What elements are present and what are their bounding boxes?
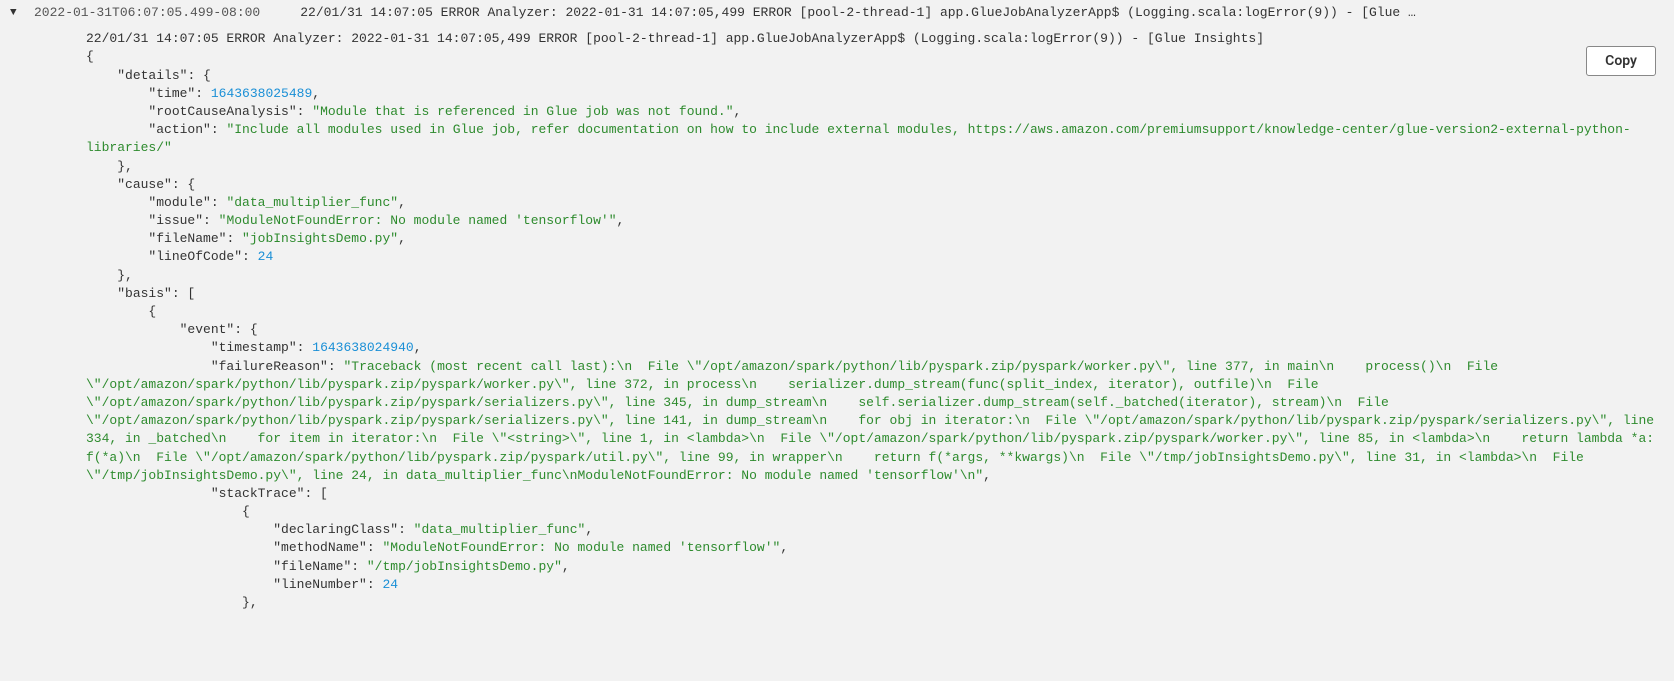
log-row-header[interactable]: ▼ 2022-01-31T06:07:05.499-08:00 22/01/31…	[0, 0, 1674, 26]
log-json-body: { "details": { "time": 1643638025489, "r…	[86, 48, 1664, 612]
log-expanded-content: 22/01/31 14:07:05 ERROR Analyzer: 2022-0…	[0, 26, 1674, 622]
log-summary: 22/01/31 14:07:05 ERROR Analyzer: 2022-0…	[300, 4, 1664, 22]
log-timestamp: 2022-01-31T06:07:05.499-08:00	[34, 4, 260, 22]
expand-toggle-icon[interactable]: ▼	[10, 6, 24, 21]
log-first-line: 22/01/31 14:07:05 ERROR Analyzer: 2022-0…	[86, 30, 1664, 48]
